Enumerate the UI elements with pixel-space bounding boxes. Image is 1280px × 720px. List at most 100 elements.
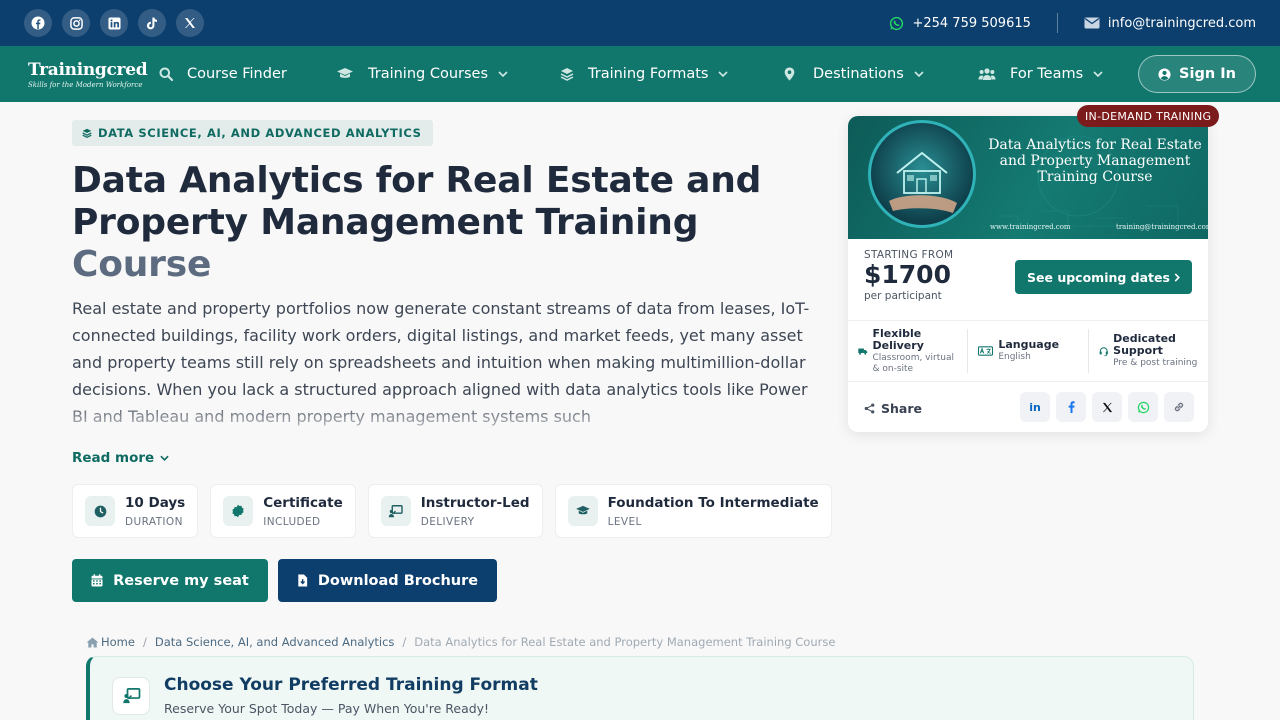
reserve-seat-button[interactable]: Reserve my seat <box>72 559 268 602</box>
social-links <box>24 9 204 37</box>
logo[interactable]: Trainingcred Skills for the Modern Workf… <box>28 60 168 89</box>
main-nav: Trainingcred Skills for the Modern Workf… <box>0 46 1280 102</box>
chevron-down-icon <box>160 455 169 461</box>
email-address: info@trainingcred.com <box>1107 15 1256 31</box>
nav-label: For Teams <box>1010 66 1084 82</box>
phone-link[interactable]: +254 759 509615 <box>889 15 1031 31</box>
card-features: Flexible Delivery Classroom, virtual & on… <box>848 320 1208 382</box>
facebook-icon[interactable] <box>24 9 52 37</box>
fact-value: 10 Days <box>125 494 186 511</box>
format-subtitle: Reserve Your Spot Today — Pay When You'r… <box>164 701 490 716</box>
see-upcoming-dates-button[interactable]: See upcoming dates <box>1015 260 1192 294</box>
fact-delivery: Instructor-Led DELIVERY <box>367 484 543 538</box>
clock-icon <box>85 496 115 526</box>
read-more-label: Read more <box>72 450 155 466</box>
logo-tagline: Skills for the Modern Workforce <box>28 80 143 89</box>
user-icon <box>1158 67 1171 81</box>
share-x-icon[interactable] <box>1092 392 1122 422</box>
fact-duration: 10 Days DURATION <box>72 484 199 538</box>
fact-label: INCLUDED <box>263 515 321 528</box>
fact-label: DURATION <box>125 515 183 528</box>
layers-icon <box>560 67 574 81</box>
feature-desc: Classroom, virtual & on-site <box>872 352 954 374</box>
feature-title: Flexible Delivery <box>872 326 924 352</box>
breadcrumb-home[interactable]: Home <box>101 635 135 649</box>
tiktok-icon[interactable] <box>138 9 166 37</box>
layers-icon <box>82 128 92 138</box>
feature-language: Language English <box>967 329 1087 373</box>
category-label: DATA SCIENCE, AI, AND ADVANCED ANALYTICS <box>98 126 422 140</box>
phone-number: +254 759 509615 <box>912 15 1031 31</box>
title-main: Data Analytics for Real Estate and Prope… <box>72 160 762 243</box>
training-format-section: Choose Your Preferred Training Format Re… <box>86 656 1194 720</box>
team-icon <box>978 67 996 81</box>
price-value: $1700 <box>864 260 951 289</box>
chevron-down-icon <box>498 71 508 77</box>
linkedin-icon[interactable] <box>100 9 128 37</box>
certificate-badge-icon <box>223 496 254 526</box>
nav-course-finder[interactable]: Course Finder <box>159 66 287 82</box>
feature-title: Dedicated Support <box>1113 332 1176 357</box>
copy-link-icon[interactable] <box>1164 392 1194 422</box>
breadcrumb-category[interactable]: Data Science, AI, and Advanced Analytics <box>155 635 395 649</box>
fact-value: Instructor-Led <box>420 494 530 511</box>
sign-in-button[interactable]: Sign In <box>1138 55 1256 93</box>
breadcrumb-separator: / <box>402 635 407 649</box>
share-label-group: Share <box>864 401 922 416</box>
feature-dedicated-support: Dedicated Support Pre & post training <box>1087 329 1208 373</box>
brochure-label: Download Brochure <box>317 572 479 589</box>
breadcrumb-separator: / <box>142 635 147 649</box>
nav-label: Course Finder <box>187 66 287 82</box>
category-badge[interactable]: DATA SCIENCE, AI, AND ADVANCED ANALYTICS <box>72 120 434 146</box>
nav-label: Training Courses <box>368 66 489 82</box>
logo-text: Trainingcred <box>28 59 148 80</box>
share-label: Share <box>881 401 922 416</box>
format-title: Choose Your Preferred Training Format <box>164 675 538 695</box>
course-facts: 10 Days DURATION Certificate INCLUDED Inst… <box>72 484 832 538</box>
course-banner-image: Data Analytics for Real Estate and Prope… <box>848 116 1208 239</box>
whatsapp-icon <box>890 16 904 30</box>
sign-in-label: Sign In <box>1179 66 1236 82</box>
file-download-icon <box>298 574 308 587</box>
course-summary-card: Data Analytics for Real Estate and Prope… <box>848 116 1208 432</box>
calendar-icon <box>91 574 103 587</box>
banner-email: training@trainingcred.com <box>1116 223 1208 231</box>
feature-desc: Pre & post training <box>1113 358 1198 368</box>
graduation-cap-icon <box>336 67 354 81</box>
nav-destinations[interactable]: Destinations <box>784 66 924 82</box>
instagram-icon[interactable] <box>62 9 90 37</box>
nav-for-teams[interactable]: For Teams <box>978 66 1103 82</box>
download-brochure-button[interactable]: Download Brochure <box>278 559 497 602</box>
fact-value: Certificate <box>263 494 343 511</box>
house-hand-icon <box>868 120 976 228</box>
chevron-down-icon <box>914 71 924 77</box>
home-icon <box>86 637 99 647</box>
feature-flexible-delivery: Flexible Delivery Classroom, virtual & on… <box>848 326 967 374</box>
page-title: Data Analytics for Real Estate and Prope… <box>72 160 812 286</box>
fact-value: Foundation To Intermediate <box>607 494 819 511</box>
share-facebook-icon[interactable] <box>1056 392 1086 422</box>
title-end: Course <box>72 244 212 285</box>
search-icon <box>159 67 173 81</box>
nav-training-formats[interactable]: Training Formats <box>560 66 729 82</box>
nav-training-courses[interactable]: Training Courses <box>336 66 508 82</box>
location-pin-icon <box>784 67 795 81</box>
envelope-icon <box>1084 17 1100 29</box>
feature-title: Language <box>998 338 1060 351</box>
share-linkedin-icon[interactable]: in <box>1020 392 1050 422</box>
truck-icon <box>858 348 868 355</box>
read-more-link[interactable]: Read more <box>72 450 169 466</box>
share-whatsapp-icon[interactable] <box>1128 392 1158 422</box>
description-fade <box>72 400 812 436</box>
feature-desc: English <box>998 352 1031 362</box>
graduation-cap-icon <box>567 496 598 526</box>
email-link[interactable]: info@trainingcred.com <box>1084 16 1256 31</box>
chevron-down-icon <box>718 71 729 77</box>
banner-website: www.trainingcred.com <box>990 223 1071 231</box>
x-icon[interactable] <box>176 9 204 37</box>
breadcrumb-current: Data Analytics for Real Estate and Prope… <box>414 635 836 649</box>
share-buttons: in <box>1020 392 1194 422</box>
headset-icon <box>1099 346 1108 356</box>
instructor-board-icon <box>112 677 150 715</box>
price-unit: per participant <box>864 290 942 302</box>
